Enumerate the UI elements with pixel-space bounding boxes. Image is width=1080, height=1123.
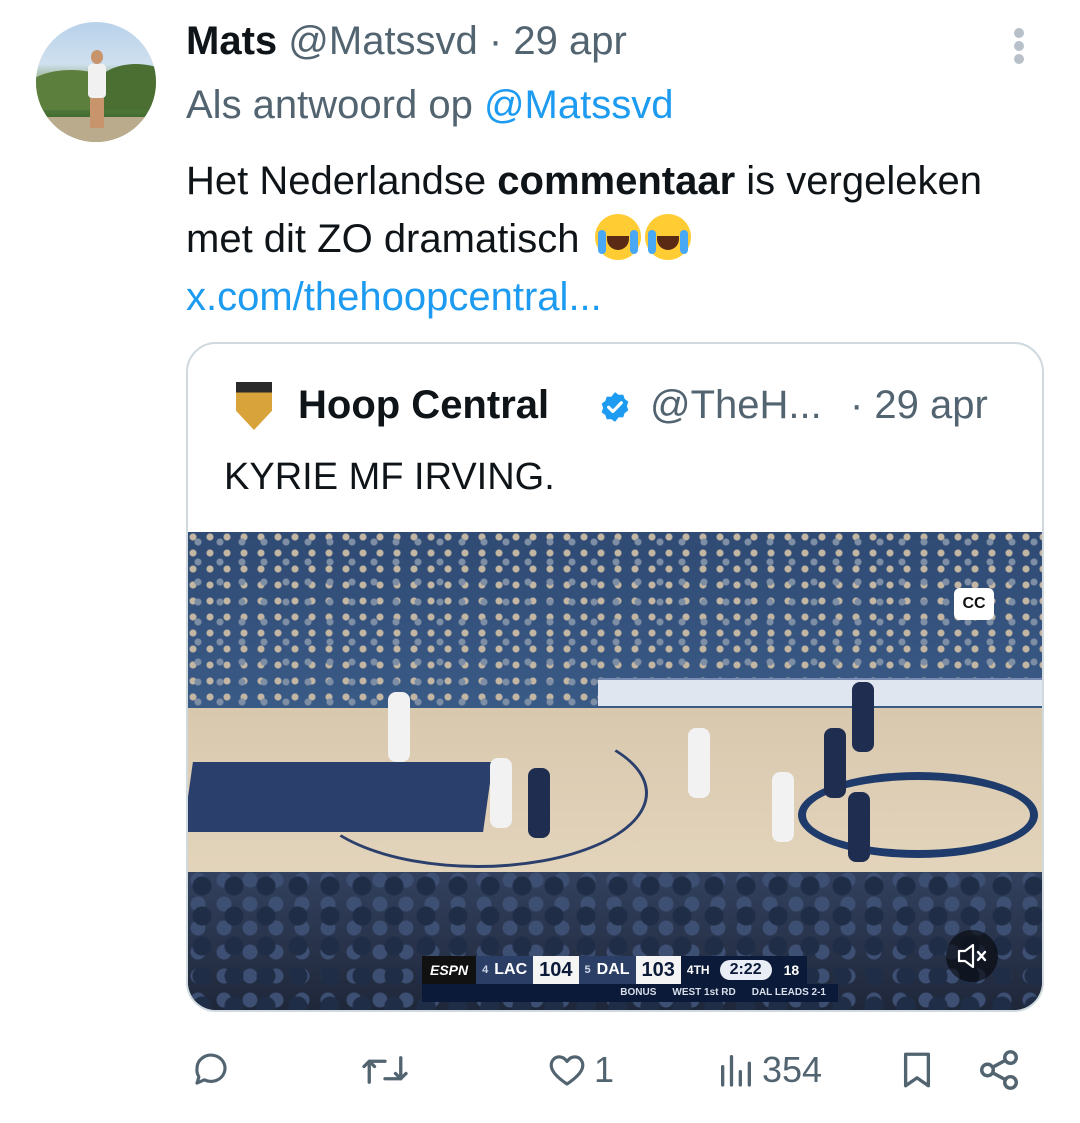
reply-mention-link[interactable]: @Matssvd [484, 83, 674, 127]
quote-date[interactable]: · 29 apr [850, 380, 988, 430]
reply-button[interactable] [190, 1040, 238, 1100]
quote-author-name[interactable]: Hoop Central [298, 380, 549, 430]
quote-text: KYRIE MF IRVING. [224, 456, 555, 498]
game-clock: 2:22 [715, 956, 776, 984]
player [688, 728, 710, 798]
arena-banner [598, 678, 1042, 706]
quarter: 4TH [680, 956, 716, 984]
views-button[interactable]: 354 [716, 1040, 822, 1100]
bonus-label: BONUS [620, 987, 657, 998]
mute-button[interactable] [946, 930, 998, 982]
repost-button[interactable] [358, 1040, 418, 1100]
round-label: WEST 1st RD [672, 987, 736, 998]
home-team-name: DAL [596, 961, 630, 978]
tweet: Mats @Matssvd · 29 apr Als antwoord op @… [0, 0, 1080, 1123]
game-clock-value: 2:22 [719, 960, 772, 980]
views-count: 354 [762, 1049, 823, 1090]
video-player[interactable]: CC ESPN 4 LAC 104 5 DAL 103 4TH 2:22 18 … [188, 532, 1042, 1010]
tweet-text: Het Nederlandse commentaar is vergeleken… [186, 152, 1026, 326]
player [528, 768, 550, 838]
views-bar-chart-icon [721, 1055, 751, 1087]
shot-clock: 18 [775, 956, 808, 984]
quote-author-handle[interactable]: @TheH... [650, 380, 822, 430]
reply-context: Als antwoord op @Matssvd [186, 82, 673, 128]
heart-icon [549, 1055, 585, 1086]
court-arc [308, 718, 648, 868]
series-label: DAL LEADS 2-1 [751, 987, 826, 998]
verified-badge-icon [601, 392, 629, 422]
author-handle[interactable]: @Matssvd [288, 19, 478, 63]
loudly-crying-face-emoji [594, 214, 641, 260]
home-seed: 5 [584, 964, 591, 976]
scoreboard: ESPN 4 LAC 104 5 DAL 103 4TH 2:22 18 [422, 956, 808, 984]
loudly-crying-face-emoji [644, 214, 691, 260]
bookmark-icon [903, 1052, 931, 1088]
author-name[interactable]: Mats [186, 19, 277, 63]
author-avatar[interactable] [36, 22, 156, 142]
share-button[interactable] [976, 1040, 1022, 1100]
like-count: 1 [594, 1049, 615, 1090]
share-icon [980, 1050, 1018, 1090]
scoreboard-subbar: BONUS WEST 1st RD DAL LEADS 2-1 [422, 984, 838, 1002]
action-bar: 1 354 [0, 1040, 1080, 1100]
player [388, 692, 410, 762]
reply-icon [195, 1053, 227, 1085]
away-seed: 4 [482, 964, 489, 976]
repost-icon [362, 1056, 408, 1084]
separator-dot: · [488, 19, 503, 63]
network-logo: ESPN [422, 956, 477, 984]
tweet-text-bold: commentaar [497, 159, 736, 203]
like-button[interactable]: 1 [546, 1040, 614, 1100]
speaker-muted-icon [957, 943, 987, 969]
away-score: 104 [533, 956, 579, 984]
away-team: 4 LAC [476, 956, 534, 984]
player [852, 682, 874, 752]
tweet-text-part1: Het Nederlandse [186, 159, 498, 203]
reply-prefix: Als antwoord op [186, 83, 484, 127]
bookmark-button[interactable] [896, 1040, 938, 1100]
closed-captions-button[interactable]: CC [954, 588, 994, 620]
home-team: 5 DAL [578, 956, 636, 984]
player [772, 772, 794, 842]
quoted-tweet[interactable]: Hoop Central @TheH... · 29 apr KYRIE MF … [186, 342, 1044, 1012]
more-options-icon[interactable] [1010, 26, 1030, 66]
player [490, 758, 512, 828]
tweet-link[interactable]: x.com/thehoopcentral... [186, 268, 1026, 326]
home-score: 103 [635, 956, 681, 984]
hoop-central-avatar[interactable] [236, 382, 272, 430]
away-team-name: LAC [494, 961, 528, 978]
tweet-header: Mats @Matssvd · 29 apr [186, 18, 627, 64]
player [848, 792, 870, 862]
tweet-date[interactable]: 29 apr [513, 19, 626, 63]
player [824, 728, 846, 798]
